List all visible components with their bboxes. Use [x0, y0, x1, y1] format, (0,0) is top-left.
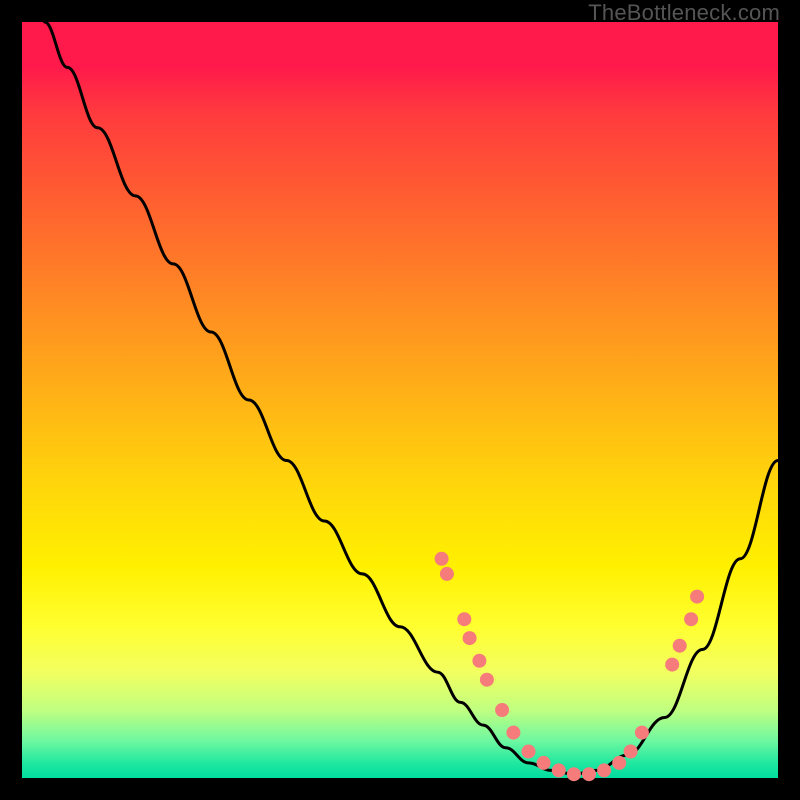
chart-marker [537, 756, 551, 770]
chart-marker [522, 745, 536, 759]
chart-marker [472, 654, 486, 668]
chart-marker [635, 726, 649, 740]
chart-marker [506, 726, 520, 740]
chart-marker [480, 673, 494, 687]
chart-marker [435, 552, 449, 566]
chart-marker [673, 639, 687, 653]
watermark-label: TheBottleneck.com [588, 0, 780, 26]
chart-marker [582, 767, 596, 781]
chart-frame: TheBottleneck.com [0, 0, 800, 800]
chart-marker [440, 567, 454, 581]
chart-marker [457, 612, 471, 626]
chart-markers [435, 552, 704, 781]
chart-marker [665, 658, 679, 672]
chart-marker [567, 767, 581, 781]
chart-marker [684, 612, 698, 626]
chart-marker [463, 631, 477, 645]
chart-marker [690, 590, 704, 604]
chart-marker [612, 756, 626, 770]
chart-marker [624, 745, 638, 759]
chart-marker [597, 763, 611, 777]
chart-marker [552, 763, 566, 777]
chart-svg [22, 22, 778, 778]
chart-marker [495, 703, 509, 717]
chart-plot-area [22, 22, 778, 778]
